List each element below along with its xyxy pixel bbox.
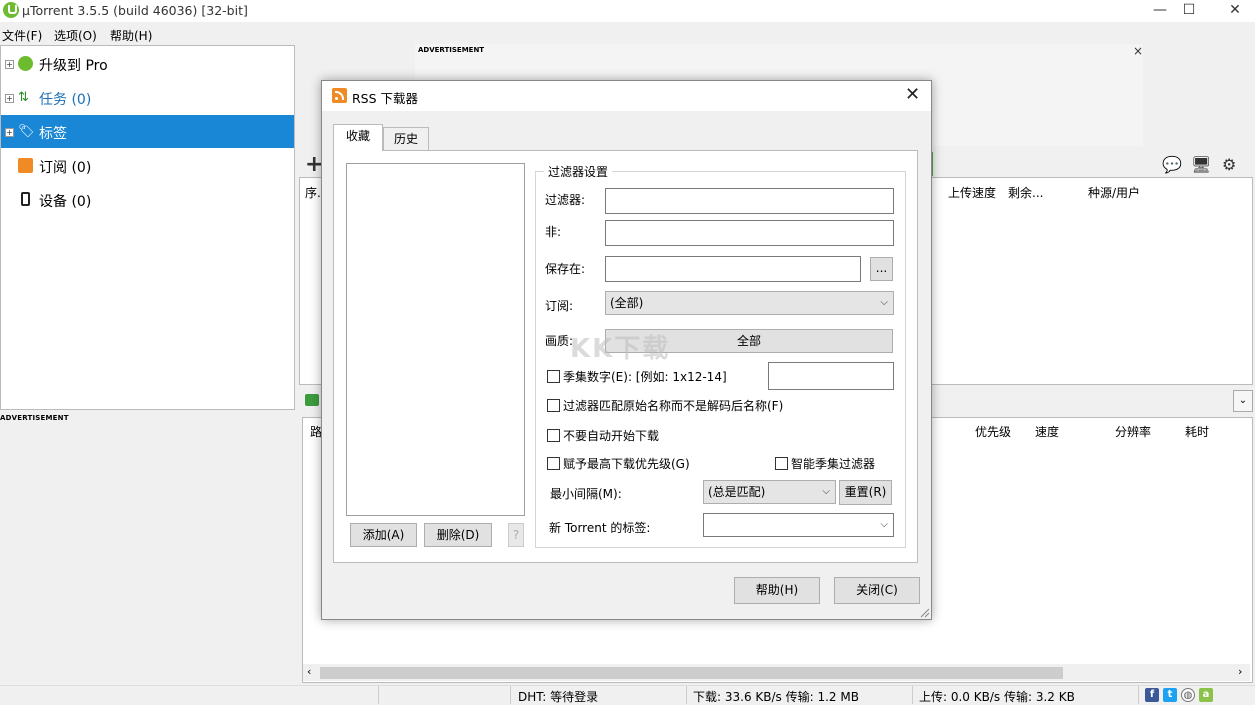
feed-label: 订阅: — [545, 297, 573, 314]
window-title: µTorrent 3.5.5 (build 46036) [32-bit] — [22, 3, 248, 18]
chevron-down-icon: ⌵ — [822, 481, 830, 503]
android-icon[interactable]: a — [1199, 688, 1213, 702]
chat-icon[interactable]: 💬 — [1162, 155, 1182, 174]
menu-bar: 文件(F) 选项(O) 帮助(H) — [0, 24, 300, 44]
highest-priority-label: 赋予最高下载优先级(G) — [563, 455, 690, 472]
sidebar-item-devices[interactable]: 设备 (0) — [1, 183, 294, 216]
maximize-button[interactable]: ☐ — [1166, 0, 1212, 22]
status-upload: 上传: 0.0 KB/s 传输: 3.2 KB — [919, 688, 1075, 705]
status-dht: DHT: 等待登录 — [518, 688, 598, 705]
not-input[interactable] — [605, 220, 894, 246]
tab-favorites[interactable]: 收藏 — [333, 124, 383, 151]
column-remaining[interactable]: 剩余... — [1008, 184, 1043, 201]
filter-settings-title: 过滤器设置 — [544, 163, 612, 180]
scrollbar-thumb[interactable] — [320, 667, 1063, 679]
upgrade-icon — [18, 56, 33, 71]
twitter-icon[interactable]: t — [1163, 688, 1177, 702]
no-autostart-checkbox[interactable] — [547, 429, 560, 442]
no-autostart-label: 不要自动开始下载 — [563, 427, 659, 444]
expand-icon[interactable]: + — [5, 60, 14, 69]
tab-history[interactable]: 历史 — [383, 127, 429, 151]
status-download: 下载: 33.6 KB/s 传输: 1.2 MB — [693, 688, 859, 705]
dialog-title: RSS 下载器 — [352, 88, 418, 107]
reset-button[interactable]: 重置(R) — [839, 480, 892, 505]
feed-select[interactable]: (全部) ⌵ — [605, 291, 894, 315]
menu-help[interactable]: 帮助(H) — [110, 27, 152, 44]
resize-grip-icon[interactable] — [918, 606, 930, 618]
menu-options[interactable]: 选项(O) — [54, 27, 97, 44]
ad-close-button[interactable]: × — [1133, 44, 1143, 58]
smart-filter-label: 智能季集过滤器 — [791, 455, 875, 472]
device-icon — [21, 192, 30, 206]
match-original-checkbox[interactable] — [547, 399, 560, 412]
save-in-label: 保存在: — [545, 260, 585, 277]
sidebar-item-feeds[interactable]: 订阅 (0) — [1, 149, 294, 182]
sidebar-item-tasks[interactable]: + ⇅ 任务 (0) — [1, 81, 294, 114]
chevron-down-icon: ⌵ — [880, 514, 888, 536]
tag-icon: 🏷 — [18, 124, 33, 139]
scroll-right-icon[interactable]: › — [1238, 665, 1242, 678]
add-button[interactable]: 添加(A) — [350, 523, 417, 547]
files-tab-icon[interactable] — [305, 394, 319, 406]
new-label-select[interactable]: ⌵ — [703, 513, 894, 537]
filter-input[interactable] — [605, 188, 894, 214]
min-interval-select[interactable]: (总是匹配) ⌵ — [703, 480, 836, 504]
column-upload-speed[interactable]: 上传速度 — [948, 184, 996, 201]
episode-input[interactable] — [768, 362, 894, 390]
help-button[interactable]: 帮助(H) — [734, 577, 820, 604]
sidebar-item-upgrade[interactable]: + 升级到 Pro — [1, 47, 294, 80]
top-ad-label: ADVERTISEMENT — [418, 46, 484, 54]
sidebar-item-label: 订阅 (0) — [39, 157, 91, 177]
min-interval-value: (总是匹配) — [708, 485, 765, 499]
expand-icon[interactable]: + — [5, 128, 14, 137]
globe-icon[interactable]: ◍ — [1181, 688, 1195, 702]
sidebar-item-labels[interactable]: + 🏷 标签 — [1, 115, 294, 148]
column-resolution[interactable]: 分辨率 — [1115, 423, 1151, 440]
chevron-down-icon: ⌵ — [880, 292, 888, 314]
min-interval-label: 最小间隔(M): — [550, 485, 622, 502]
help-small-button[interactable]: ? — [508, 523, 524, 547]
expand-icon[interactable]: + — [5, 94, 14, 103]
feed-select-value: (全部) — [610, 296, 643, 310]
column-duration[interactable]: 耗时 — [1185, 423, 1209, 440]
favorites-list[interactable] — [346, 163, 525, 516]
scroll-left-icon[interactable]: ‹ — [307, 665, 311, 678]
filter-label: 过滤器: — [545, 191, 585, 208]
dialog-close-button[interactable]: ✕ — [905, 84, 920, 105]
watermark: KK下载 — [570, 328, 670, 365]
menu-file[interactable]: 文件(F) — [2, 27, 42, 44]
tasks-icon: ⇅ — [18, 90, 33, 105]
smart-filter-checkbox[interactable] — [775, 457, 788, 470]
sidebar: + 升级到 Pro + ⇅ 任务 (0) + 🏷 标签 订阅 (0) 设备 (0… — [0, 45, 295, 410]
close-window-button[interactable]: ✕ — [1212, 0, 1255, 22]
sidebar-item-label: 标签 — [39, 123, 67, 143]
rss-icon — [332, 88, 347, 103]
sidebar-item-label: 任务 (0) — [39, 89, 91, 109]
episode-label: 季集数字(E): [例如: 1x12-14] — [563, 368, 727, 385]
sidebar-item-label: 升级到 Pro — [39, 55, 108, 75]
gear-icon[interactable]: ⚙ — [1222, 155, 1236, 174]
close-button[interactable]: 关闭(C) — [834, 577, 920, 604]
column-seeds-peers[interactable]: 种源/用户 — [1088, 184, 1140, 201]
rss-icon — [18, 158, 33, 173]
highest-priority-checkbox[interactable] — [547, 457, 560, 470]
quality-label: 画质: — [545, 332, 573, 349]
sidebar-ad-label: ADVERTISEMENT — [0, 414, 69, 422]
column-speed[interactable]: 速度 — [1035, 423, 1059, 440]
column-priority[interactable]: 优先级 — [975, 423, 1011, 440]
match-original-label: 过滤器匹配原始名称而不是解码后名称(F) — [563, 397, 783, 414]
not-label: 非: — [545, 223, 561, 240]
new-label-label: 新 Torrent 的标签: — [549, 519, 650, 536]
episode-checkbox[interactable] — [547, 370, 560, 383]
collapse-panel-button[interactable]: ⌄ — [1233, 390, 1253, 412]
title-bar: µTorrent 3.5.5 (build 46036) [32-bit] — [0, 0, 1255, 22]
delete-button[interactable]: 删除(D) — [424, 523, 492, 547]
sidebar-item-label: 设备 (0) — [39, 191, 91, 211]
browse-button[interactable]: ... — [870, 257, 893, 281]
facebook-icon[interactable]: f — [1145, 688, 1159, 702]
save-in-input[interactable] — [605, 256, 861, 282]
utorrent-logo-icon — [3, 2, 19, 18]
monitor-icon[interactable]: 🖥 — [1191, 155, 1211, 174]
